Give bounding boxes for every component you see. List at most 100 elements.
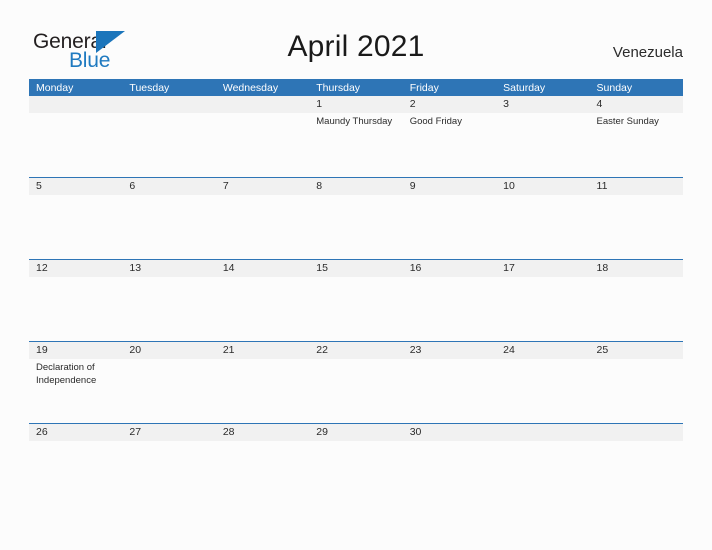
day-number: 8 bbox=[309, 178, 403, 195]
day-cell-inner: 7 bbox=[215, 178, 310, 259]
day-number: 3 bbox=[496, 96, 590, 113]
day-cell-inner bbox=[29, 96, 123, 177]
calendar-day-cell[interactable]: 25 bbox=[589, 341, 683, 424]
page-header: General Blue April 2021 Venezuela bbox=[0, 0, 712, 79]
day-cell-inner: 16 bbox=[402, 260, 497, 341]
calendar-day-cell[interactable]: 3 bbox=[496, 96, 590, 178]
day-cell-inner: 17 bbox=[496, 260, 590, 341]
day-cell-inner: 22 bbox=[309, 342, 403, 423]
day-cell-inner: 27 bbox=[122, 424, 216, 505]
country-label: Venezuela bbox=[612, 44, 683, 61]
day-cell-inner: 8 bbox=[309, 178, 403, 259]
day-number: 17 bbox=[496, 260, 590, 277]
day-number: 12 bbox=[29, 260, 123, 277]
day-cell-inner: 2 Good Friday bbox=[402, 96, 497, 177]
calendar-day-cell[interactable]: 12 bbox=[29, 259, 123, 342]
calendar-day-cell[interactable]: 10 bbox=[496, 177, 590, 260]
day-number: 4 bbox=[589, 96, 683, 113]
day-cell-inner: 11 bbox=[589, 178, 683, 259]
day-cell-inner: 18 bbox=[589, 260, 683, 341]
calendar-day-cell[interactable]: 6 bbox=[122, 177, 216, 260]
day-cell-inner: 26 bbox=[29, 424, 123, 505]
calendar-day-cell[interactable]: 8 bbox=[309, 177, 403, 260]
calendar-week-row: 12 13 14 15 16 17 18 bbox=[29, 259, 683, 342]
day-cell-inner: 13 bbox=[122, 260, 216, 341]
day-number: 25 bbox=[589, 342, 683, 359]
calendar-day-cell[interactable]: 1 Maundy Thursday bbox=[309, 96, 403, 178]
calendar-day-cell[interactable]: 2 Good Friday bbox=[402, 96, 497, 178]
day-number bbox=[496, 424, 590, 441]
day-number: 18 bbox=[589, 260, 683, 277]
day-number: 30 bbox=[402, 424, 497, 441]
calendar-table: Monday Tuesday Wednesday Thursday Friday… bbox=[29, 79, 683, 505]
holiday-label: Independence bbox=[36, 374, 97, 386]
day-number: 5 bbox=[29, 178, 123, 195]
day-cell-inner: 6 bbox=[122, 178, 216, 259]
day-cell-inner: 14 bbox=[215, 260, 310, 341]
calendar-day-cell[interactable]: 5 bbox=[29, 177, 123, 260]
calendar-day-cell[interactable]: 28 bbox=[215, 423, 310, 505]
day-number: 10 bbox=[496, 178, 590, 195]
day-cell-inner: 29 bbox=[309, 424, 403, 505]
day-cell-inner: 25 bbox=[589, 342, 683, 423]
day-cell-inner bbox=[496, 424, 590, 505]
calendar-day-cell[interactable]: 11 bbox=[589, 177, 683, 260]
day-number: 13 bbox=[122, 260, 216, 277]
calendar-empty-cell bbox=[589, 423, 683, 505]
day-number: 15 bbox=[309, 260, 403, 277]
calendar-day-cell[interactable]: 14 bbox=[215, 259, 310, 342]
day-number: 23 bbox=[402, 342, 497, 359]
calendar-day-cell[interactable]: 4 Easter Sunday bbox=[589, 96, 683, 178]
day-cell-inner: 19 Declaration of Independence bbox=[29, 342, 123, 423]
calendar-day-cell[interactable]: 19 Declaration of Independence bbox=[29, 341, 123, 424]
calendar-day-cell[interactable]: 9 bbox=[402, 177, 497, 260]
calendar-day-cell[interactable]: 18 bbox=[589, 259, 683, 342]
weekday-header-thursday: Thursday bbox=[309, 79, 403, 96]
calendar-week-row: 1 Maundy Thursday 2 Good Friday 3 4 Easter Sun… bbox=[29, 96, 683, 178]
day-number: 6 bbox=[122, 178, 216, 195]
calendar-day-cell[interactable]: 20 bbox=[122, 341, 216, 424]
day-number bbox=[215, 96, 310, 113]
day-events: Maundy Thursday bbox=[309, 113, 402, 129]
day-number bbox=[29, 96, 123, 113]
calendar-week-row: 19 Declaration of Independence 20 21 22 23 24 25 bbox=[29, 341, 683, 424]
calendar-day-cell[interactable]: 30 bbox=[402, 423, 497, 505]
day-number: 22 bbox=[309, 342, 403, 359]
calendar-day-cell[interactable]: 15 bbox=[309, 259, 403, 342]
calendar-day-cell[interactable]: 17 bbox=[496, 259, 590, 342]
day-number: 16 bbox=[402, 260, 497, 277]
day-number: 20 bbox=[122, 342, 216, 359]
day-cell-inner: 10 bbox=[496, 178, 590, 259]
calendar-body: 1 Maundy Thursday 2 Good Friday 3 4 Easter Sun… bbox=[29, 96, 683, 505]
page-title: April 2021 bbox=[287, 30, 425, 63]
holiday-label: Maundy Thursday bbox=[316, 116, 393, 127]
day-number bbox=[122, 96, 216, 113]
day-number: 29 bbox=[309, 424, 403, 441]
day-number: 26 bbox=[29, 424, 123, 441]
calendar-day-cell[interactable]: 26 bbox=[29, 423, 123, 505]
calendar-day-cell[interactable]: 23 bbox=[402, 341, 497, 424]
calendar-day-cell[interactable]: 16 bbox=[402, 259, 497, 342]
day-number: 9 bbox=[402, 178, 497, 195]
calendar-day-cell[interactable]: 22 bbox=[309, 341, 403, 424]
day-number: 21 bbox=[215, 342, 310, 359]
day-cell-inner: 30 bbox=[402, 424, 497, 505]
weekday-header-saturday: Saturday bbox=[496, 79, 590, 96]
day-number: 2 bbox=[402, 96, 497, 113]
calendar-day-cell[interactable]: 21 bbox=[215, 341, 310, 424]
day-cell-inner: 23 bbox=[402, 342, 497, 423]
day-number: 11 bbox=[589, 178, 683, 195]
calendar-day-cell[interactable]: 13 bbox=[122, 259, 216, 342]
calendar-week-row: 5 6 7 8 9 10 11 bbox=[29, 177, 683, 260]
day-number: 27 bbox=[122, 424, 216, 441]
calendar-day-cell[interactable]: 29 bbox=[309, 423, 403, 505]
calendar-day-cell[interactable]: 24 bbox=[496, 341, 590, 424]
day-cell-inner: 5 bbox=[29, 178, 123, 259]
day-number: 1 bbox=[309, 96, 403, 113]
day-cell-inner: 1 Maundy Thursday bbox=[309, 96, 403, 177]
day-cell-inner bbox=[215, 96, 310, 177]
calendar-day-cell[interactable]: 7 bbox=[215, 177, 310, 260]
calendar-day-cell[interactable]: 27 bbox=[122, 423, 216, 505]
day-number bbox=[589, 424, 683, 441]
weekday-header-friday: Friday bbox=[402, 79, 497, 96]
